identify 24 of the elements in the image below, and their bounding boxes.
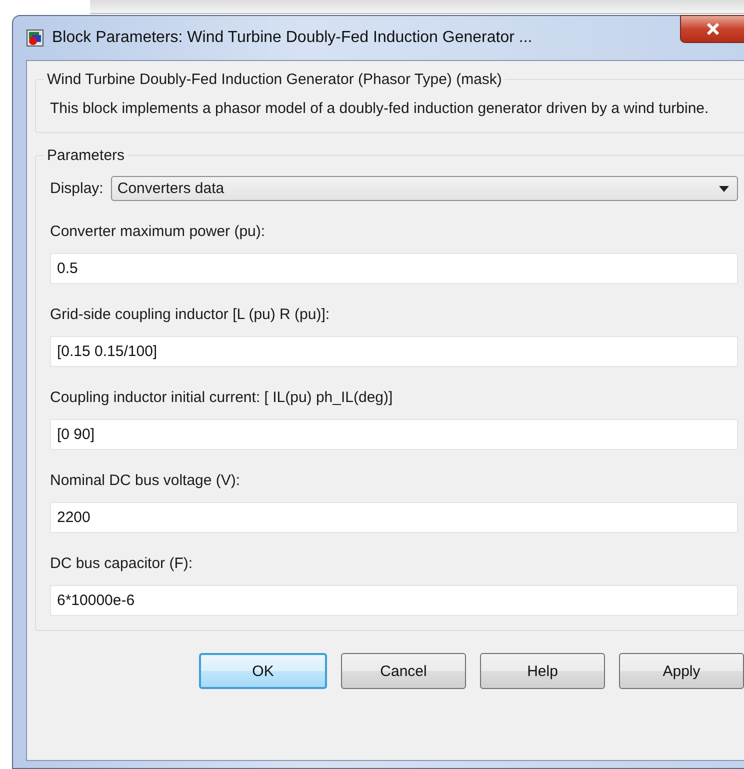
block-icon xyxy=(26,29,44,47)
caret-icon xyxy=(719,186,729,192)
dialog-button[interactable]: Cancel xyxy=(341,653,466,689)
input-field[interactable]: [0 90] xyxy=(50,419,738,450)
group-title: Wind Turbine Doubly-Fed Induction Generator (Phasor Type) (mask) xyxy=(46,71,503,88)
field-label: Nominal DC bus voltage (V): xyxy=(50,471,242,491)
display-dropdown[interactable]: Converters data xyxy=(111,176,738,201)
field-label: DC bus capacitor (F): xyxy=(50,554,194,574)
input-field[interactable]: [0.15 0.15/100] xyxy=(50,336,738,367)
dialog-button[interactable]: OK xyxy=(199,653,327,689)
field-label: Display: xyxy=(50,180,104,197)
close-button[interactable] xyxy=(680,15,744,43)
field-label: Coupling inductor initial current: [ IL(pu) ph_IL(deg)] xyxy=(50,388,394,408)
field-label: Converter maximum power (pu): xyxy=(50,222,266,242)
input-field[interactable]: 2200 xyxy=(50,502,738,533)
window-title: Block Parameters: Wind Turbine Doubly-Fed Induction Generator ... xyxy=(52,29,532,47)
description-text: This block implements a phasor model of a doubly-fed induction generator driven by a wind turbine. xyxy=(50,99,710,119)
field-label: Grid-side coupling inductor [L (pu) R (pu)]: xyxy=(50,305,331,325)
dialog-button[interactable]: Help xyxy=(480,653,605,689)
dialog-button[interactable]: Apply xyxy=(619,653,744,689)
group-title: Parameters xyxy=(46,147,126,164)
input-field[interactable]: 6*10000e-6 xyxy=(50,585,738,616)
input-field[interactable]: 0.5 xyxy=(50,253,738,284)
close-icon xyxy=(706,23,720,35)
